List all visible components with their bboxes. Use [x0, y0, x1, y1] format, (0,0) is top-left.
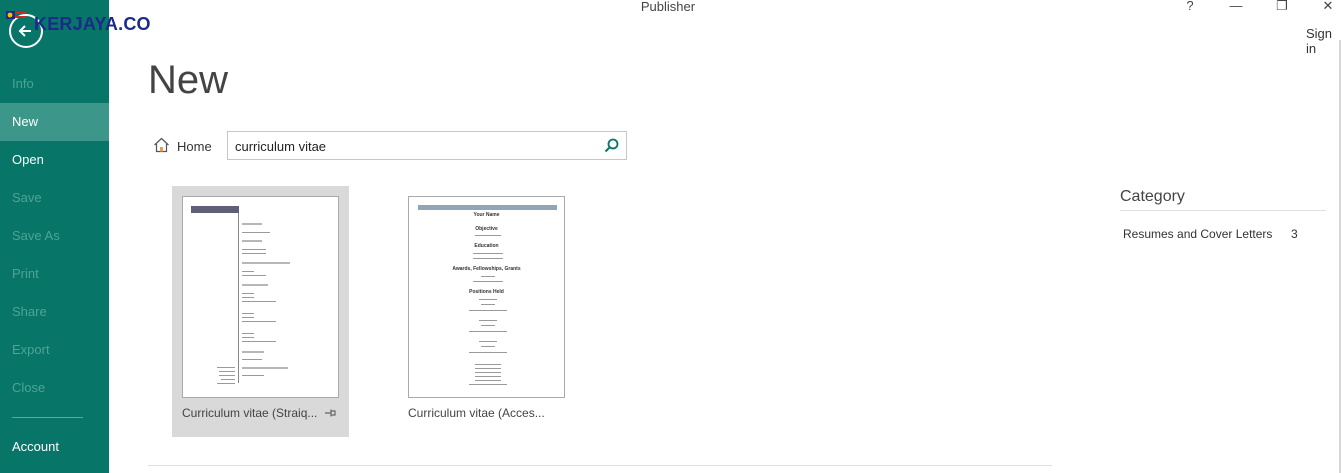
publisher-backstage: Info New Open Save Save As Print Share E… [0, 0, 1341, 473]
category-item-count: 3 [1291, 227, 1298, 241]
nav-divider [12, 417, 83, 418]
template-thumbnail [182, 196, 339, 398]
watermark-text: KERJAYA.CO [34, 14, 151, 34]
watermark-logo: KERJAYA.CO [0, 8, 151, 42]
template-search-input[interactable] [235, 137, 595, 155]
thumb-heading: Awards, Fellowships, Grants [452, 266, 521, 272]
nav-item-share[interactable]: Share [0, 293, 109, 331]
sign-in-link[interactable]: Sign in [1306, 26, 1341, 56]
nav-item-export[interactable]: Export [0, 331, 109, 369]
template-tile-accessible[interactable]: Your Name Objective Education Awards, Fe… [398, 186, 575, 437]
help-button[interactable]: ? [1175, 0, 1205, 14]
thumb-heading: Positions Held [469, 289, 504, 295]
category-divider [1120, 210, 1326, 211]
home-icon [154, 137, 169, 153]
template-tile-straight[interactable]: Curriculum vitae (Straiq... [172, 186, 349, 437]
backstage-nav: Info New Open Save Save As Print Share E… [0, 65, 109, 407]
flag-icon [6, 11, 26, 19]
template-name: Curriculum vitae (Acces... [408, 406, 545, 420]
thumb-heading: Education [474, 243, 499, 249]
nav-item-print[interactable]: Print [0, 255, 109, 293]
template-search-box [227, 131, 627, 160]
thumb-heading: Objective [475, 226, 498, 232]
template-thumbnail: Your Name Objective Education Awards, Fe… [408, 196, 565, 398]
category-item-resumes[interactable]: Resumes and Cover Letters [1123, 227, 1303, 243]
app-title: Publisher [640, 0, 696, 14]
nav-item-new[interactable]: New [0, 103, 109, 141]
nav-item-open[interactable]: Open [0, 141, 109, 179]
nav-item-save-as[interactable]: Save As [0, 217, 109, 255]
category-heading: Category [1120, 188, 1185, 205]
thumb-divider [238, 213, 239, 383]
backstage-sidebar: Info New Open Save Save As Print Share E… [0, 0, 109, 473]
thumb-header-band [418, 205, 557, 210]
restore-button[interactable]: ❐ [1267, 0, 1297, 14]
thumb-name: Your Name [473, 212, 500, 218]
content-divider [148, 465, 1052, 466]
template-name: Curriculum vitae (Straiq... [182, 406, 318, 420]
home-label: Home [177, 139, 212, 154]
pin-icon[interactable] [324, 407, 336, 419]
nav-item-close[interactable]: Close [0, 369, 109, 407]
nav-item-save[interactable]: Save [0, 179, 109, 217]
minimize-button[interactable]: — [1221, 0, 1251, 14]
nav-item-account[interactable]: Account [0, 428, 109, 466]
thumb-name-bar [191, 206, 239, 213]
page-title: New [148, 58, 229, 102]
nav-item-info[interactable]: Info [0, 65, 109, 103]
close-window-button[interactable]: ✕ [1313, 0, 1341, 14]
search-icon[interactable] [603, 137, 621, 155]
